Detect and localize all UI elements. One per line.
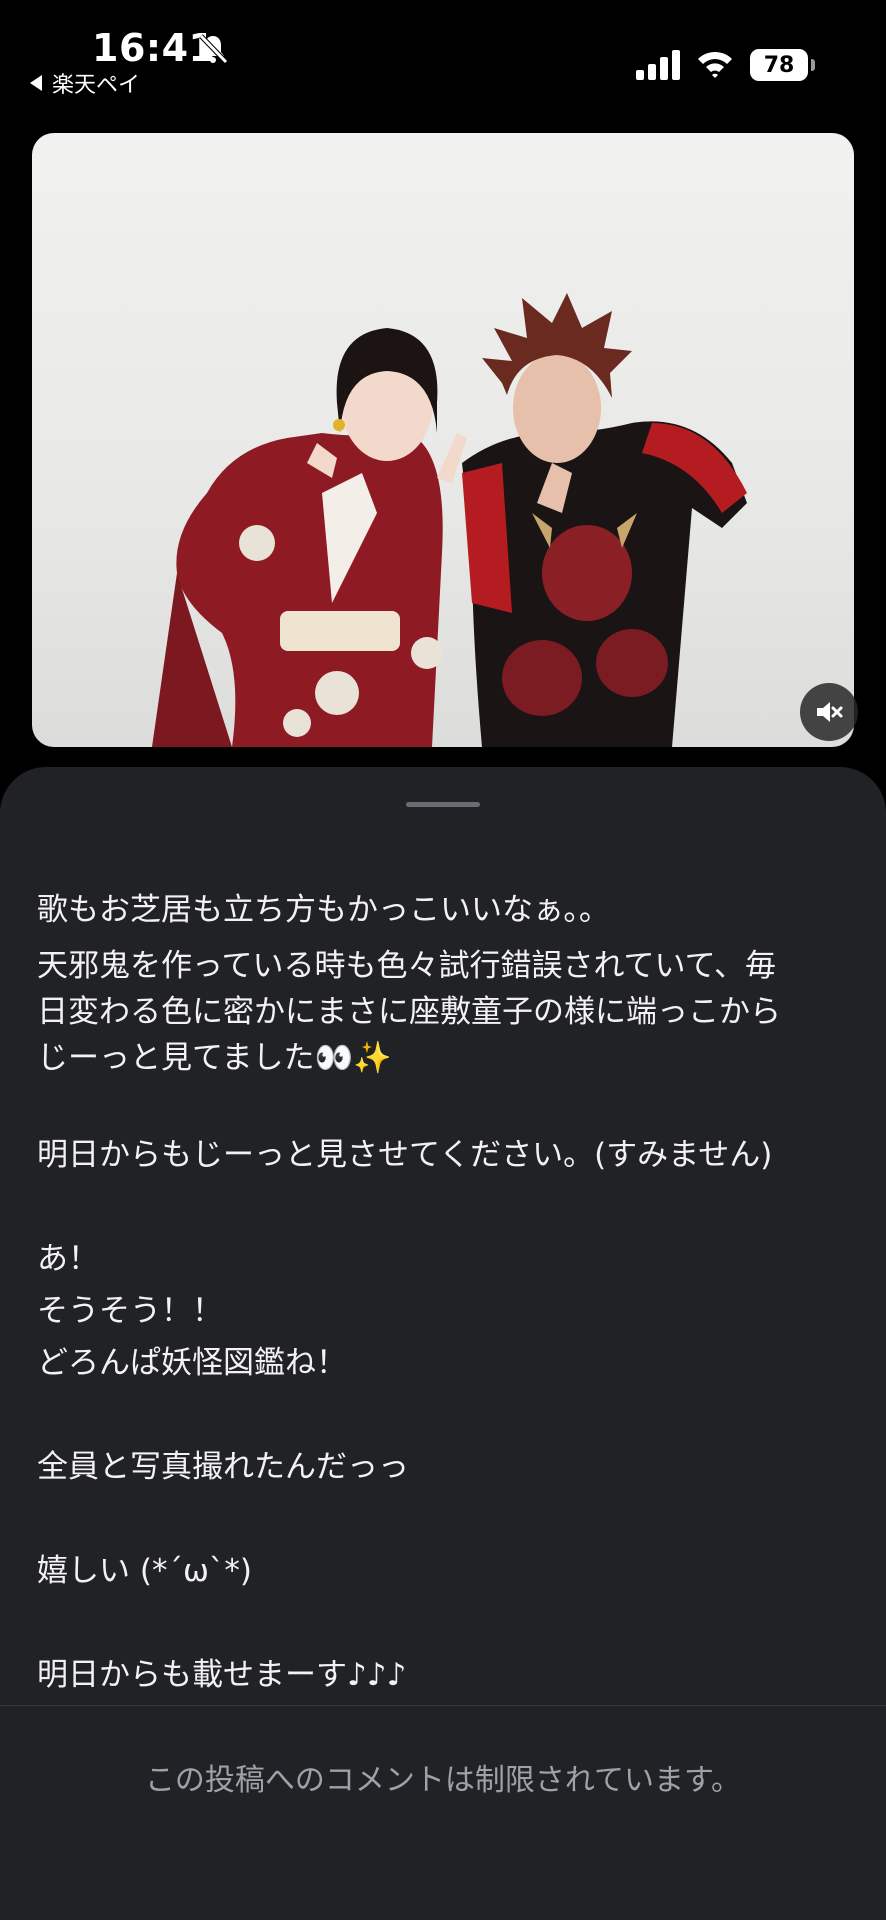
caption-line: 嬉しい (*´ω`*) xyxy=(37,1553,253,1589)
back-app-label: 楽天ペイ xyxy=(52,73,141,98)
caption-line: 明日からもじーっと見させてください。(すみません) xyxy=(37,1137,773,1173)
mute-toggle-button[interactable] xyxy=(800,683,858,741)
caption-line: じーっと見てました👀✨ xyxy=(37,1040,392,1076)
caption-line: あ！ xyxy=(37,1241,99,1277)
battery-icon: 78 xyxy=(750,49,815,81)
caption-line: そうそう！！ xyxy=(37,1293,223,1329)
status-bar: 16:41 楽天ペイ 78 xyxy=(0,0,886,110)
post-caption: 歌もお芝居も立ち方もかっこいいなぁ。。 天邪鬼を作っている時も色々試行錯誤されて… xyxy=(37,887,857,1701)
wifi-icon xyxy=(698,51,732,78)
caption-line: 全員と写真撮れたんだっっ xyxy=(37,1449,409,1485)
caption-line: 天邪鬼を作っている時も色々試行錯誤されていて、毎 xyxy=(37,948,777,984)
caption-line: 日変わる色に密かにまさに座敷童子の様に端っこから xyxy=(37,994,781,1030)
sheet-grabber[interactable] xyxy=(406,802,480,807)
battery-level: 78 xyxy=(763,52,795,78)
back-to-app-link[interactable]: 楽天ペイ xyxy=(28,68,140,98)
caption-line: 明日からも載せまーす♪♪♪ xyxy=(37,1657,407,1693)
caption-sheet: 歌もお芝居も立ち方もかっこいいなぁ。。 天邪鬼を作っている時も色々試行錯誤されて… xyxy=(0,767,886,1920)
signal-icon xyxy=(636,50,680,80)
bell-slash-icon xyxy=(199,34,228,64)
photo-illustration xyxy=(152,293,747,747)
footer-divider xyxy=(0,1705,886,1706)
comments-restricted-notice: この投稿へのコメントは制限されています。 xyxy=(144,1763,742,1798)
post-photo[interactable] xyxy=(32,133,854,747)
caption-line: どろんぱ妖怪図鑑ね！ xyxy=(37,1345,347,1381)
caption-line: 歌もお芝居も立ち方もかっこいいなぁ。。 xyxy=(37,892,610,928)
speaker-muted-icon xyxy=(817,702,843,722)
back-arrow-icon xyxy=(30,75,42,91)
